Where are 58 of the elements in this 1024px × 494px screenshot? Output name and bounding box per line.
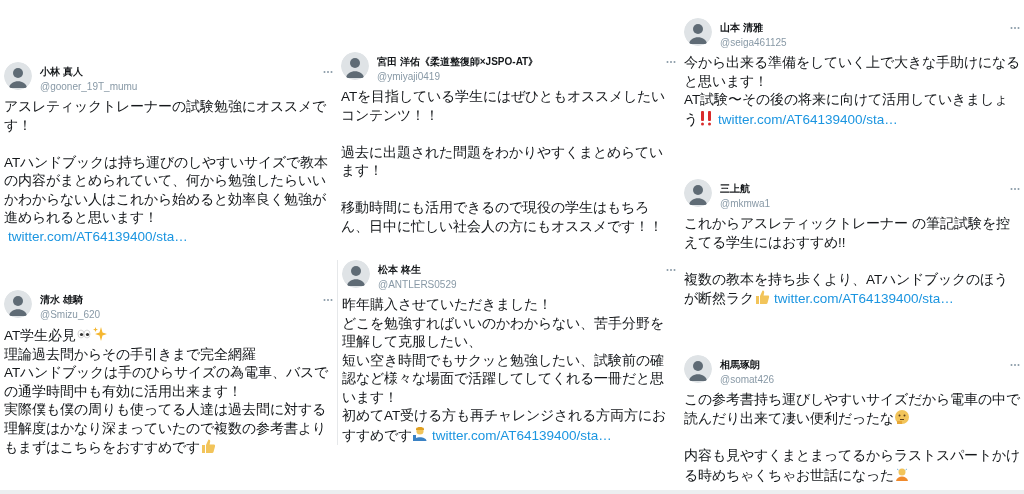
thumbs-up-icon [754, 289, 770, 305]
user-handle: @ANTLERS0529 [378, 279, 458, 290]
tweet-text: 複数の教本を持ち歩くより、ATハンドブックのほうが断然ラク twitter.com/AT64139400/sta… [684, 270, 1010, 308]
user-name: 清水 雄騎 [40, 293, 84, 307]
tweet-text: ATハンドブックは持ち運びのしやすいサイズで教本の内容がまとめられていて、何から勉強したらいいかわからない人はこれから始めると効率良く勉強が進められると思います！ twitter.com/AT64139400/sta… [4, 153, 330, 246]
user-handle: @Smizu_620 [40, 309, 102, 320]
tweet-text: 実際僕も僕の周りも使ってる人達は過去問に対する理解度はかなり深まっていたので複数の参考書よりもまずはこちらをおすすめです [4, 401, 327, 457]
tweet-text: 短い空き時間でもサクッと勉強したい、試験前の確認など様々な場面で活躍してしてくれる一冊だと思います！ [342, 351, 665, 407]
user-handle: @mkmwa1 [720, 198, 772, 209]
tweet-text: 今から出来る準備をしていく上で大きな手助けになると思います！ [684, 54, 1020, 91]
person-icon [412, 425, 428, 442]
tweet-text: ATを目指している学生にはぜひともオススメしたいコンテンツ！！ [341, 88, 667, 125]
tweet-link[interactable]: twitter.com/AT64139400/sta… [774, 291, 954, 306]
tweet-text: 理論過去問からその手引きまで完全網羅 [4, 345, 257, 364]
tweet-text: AT試験〜その後の将来に向けて活用していきましょう twitter.com/AT64139400/sta… [684, 91, 1010, 129]
user-name: 山本 清雅 [720, 21, 764, 35]
avatar-icon [684, 179, 712, 207]
tweet-link[interactable]: twitter.com/AT64139400/sta… [8, 228, 188, 244]
more-icon[interactable] [666, 60, 676, 64]
avatar-icon [684, 354, 712, 383]
tweet-text: 過去に出題された問題をわかりやすくまとめらています！ [341, 143, 664, 180]
user-name: 三上航 [720, 182, 751, 196]
user-handle: @somat426 [720, 373, 776, 385]
avatar-icon [4, 290, 32, 318]
avatar-icon [342, 260, 370, 288]
sparkle-icon [92, 326, 109, 342]
tweet-text: ATハンドブックは手のひらサイズの為電車、バスでの通学時間中も有効に活用出来ます！ [4, 364, 330, 401]
user-name: 相馬琢朗 [720, 357, 761, 372]
avatar-icon [684, 18, 712, 46]
thinking-face-icon [894, 409, 910, 425]
user-name: 松本 柊生 [378, 263, 422, 277]
tweet-text: 内容も見やすくまとまってるからラストスパートかける時めちゃくちゃお世話になった [684, 447, 1020, 485]
user-name: 小林 真人 [40, 65, 84, 79]
tweet-text: AT学生必見 [4, 326, 333, 346]
exclamation-icon [698, 109, 714, 126]
tweet-text: これからアスレティックトレーナー の筆記試験を控えてる学生にはおすすめ!! [684, 215, 1011, 252]
tweet-text: 移動時間にも活用できるので現役の学生はもちろん、日中に忙しい社会人の方にもオススメです！！ [341, 199, 664, 236]
more-icon[interactable] [323, 70, 333, 74]
tweet-text: アスレティックトレーナーの試験勉強にオススメです！ [4, 98, 327, 135]
more-icon[interactable] [323, 298, 333, 302]
more-icon[interactable] [1010, 362, 1020, 367]
avatar-icon [341, 52, 369, 80]
more-icon[interactable] [1010, 187, 1020, 191]
thumbs-up-icon [200, 438, 216, 454]
tweet-text: 昨年購入させていただきました！ [342, 296, 553, 314]
user-name: 宮田 洋佑《柔道整復師×JSPO-AT》 [377, 55, 540, 69]
user-handle: @ymiyaji0419 [377, 71, 441, 82]
more-icon[interactable] [1010, 26, 1020, 30]
tweet-text: この参考書持ち運びしやすいサイズだから電車の中で読んだり出来て凄い便利だったな [684, 390, 1020, 428]
tweet-link[interactable]: twitter.com/AT64139400/sta… [718, 111, 898, 127]
user-handle: @gooner_19T_mumu [40, 81, 139, 92]
tweet-text: どこを勉強すればいいのかわからない、苦手分野を理解して克服したい、 [342, 314, 665, 351]
avatar-icon [4, 62, 32, 90]
user-handle: @seiga461125 [720, 37, 788, 48]
tweet-text: 初めてAT受ける方も再チャレンジされる方両方におすすめです twitter.com/AT64139400/sta… [342, 407, 668, 445]
tweet-link[interactable]: twitter.com/AT64139400/sta… [432, 427, 612, 443]
more-icon[interactable] [666, 268, 676, 272]
eyes-icon [76, 326, 93, 342]
